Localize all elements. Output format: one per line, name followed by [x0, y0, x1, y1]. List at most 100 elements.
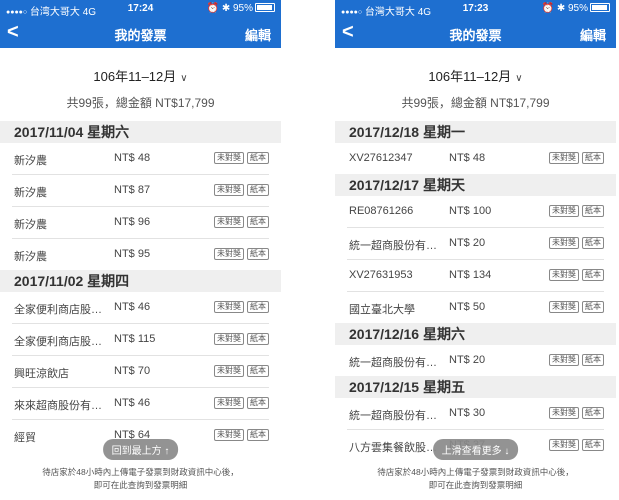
- invoice-amount: NT$ 48: [449, 152, 486, 164]
- invoice-amount: NT$ 115: [114, 333, 156, 345]
- paper-badge: 紙本: [247, 248, 269, 260]
- store-name: 新汐農: [14, 219, 47, 231]
- invoice-tags: 未對獎 紙本: [546, 268, 604, 281]
- invoice-amount: NT$ 95: [114, 248, 151, 260]
- invoice-tags: 未對獎 紙本: [546, 236, 604, 249]
- period-label: 106年11–12月: [428, 69, 512, 84]
- paper-badge: 紙本: [247, 365, 269, 377]
- unmatched-badge: 未對獎: [549, 152, 579, 164]
- invoice-row[interactable]: 統一超商股份有… NT$ 20 未對獎 紙本: [347, 228, 604, 260]
- store-name: 興旺涼飲店: [14, 368, 69, 380]
- paper-badge: 紙本: [582, 269, 604, 281]
- unmatched-badge: 未對獎: [549, 301, 579, 313]
- paper-badge: 紙本: [247, 216, 269, 228]
- date-header: 2017/12/16 星期六: [335, 323, 616, 345]
- page-title: 我的發票: [449, 28, 502, 43]
- edit-button[interactable]: 編輯: [245, 25, 271, 44]
- store-name: 統一超商股份有…: [349, 357, 437, 369]
- invoice-tags: 未對獎 紙本: [546, 300, 604, 313]
- store-name: 新汐農: [14, 187, 47, 199]
- invoice-tags: 未對獎 紙本: [211, 183, 269, 196]
- alarm-icon: ⏰: [541, 3, 555, 14]
- period-selector[interactable]: 106年11–12月 ∨: [0, 66, 281, 85]
- invoice-row[interactable]: XV27612347 NT$ 48 未對獎 紙本: [347, 143, 604, 174]
- invoice-amount: NT$ 20: [449, 354, 486, 366]
- invoice-row[interactable]: 統一超商股份有… NT$ 20 未對獎 紙本: [347, 345, 604, 376]
- paper-badge: 紙本: [582, 354, 604, 366]
- invoice-tags: 未對獎 紙本: [546, 406, 604, 419]
- invoice-row[interactable]: RE08761266 NT$ 100 未對獎 紙本: [347, 196, 604, 228]
- store-name: 統一超商股份有…: [349, 240, 437, 252]
- nav-bar: < 我的發票 編輯: [0, 18, 281, 48]
- unmatched-badge: 未對獎: [214, 152, 244, 164]
- invoice-tags: 未對獎 紙本: [211, 300, 269, 313]
- store-name: RE08761266: [349, 205, 414, 217]
- phone-screen-right: ●●●●○ 台灣大哥大 4G 17:23 ⏰ ✱ 95% < 我的發票 編輯 1…: [335, 0, 616, 500]
- phone-screen-left: ●●●●○ 台湾大哥大 4G 17:24 ⏰ ✱ 95% < 我的發票 編輯 1…: [0, 0, 281, 500]
- date-group-rows: 統一超商股份有… NT$ 20 未對獎 紙本: [335, 345, 616, 376]
- date-header: 2017/12/18 星期一: [335, 121, 616, 143]
- footer-note: 待店家於48小時內上傳電子發票到財政資訊中心後， 即可在此查詢到發票明細: [335, 462, 616, 492]
- footer-line-1: 待店家於48小時內上傳電子發票到財政資訊中心後，: [42, 467, 239, 477]
- invoice-tags: 未對獎 紙本: [211, 332, 269, 345]
- store-name: 新汐農: [14, 155, 47, 167]
- unmatched-badge: 未對獎: [214, 248, 244, 260]
- paper-badge: 紙本: [582, 152, 604, 164]
- invoice-amount: NT$ 20: [449, 237, 486, 249]
- footer-line-2: 即可在此查詢到發票明細: [428, 480, 523, 490]
- invoice-row[interactable]: 新汐農 NT$ 95 未對獎 紙本: [12, 239, 269, 270]
- bluetooth-icon: ✱: [556, 3, 566, 14]
- invoice-row[interactable]: 新汐農 NT$ 48 未對獎 紙本: [12, 143, 269, 175]
- invoice-row[interactable]: 全家便利商店股… NT$ 46 未對獎 紙本: [12, 292, 269, 324]
- store-name: 全家便利商店股…: [14, 336, 102, 348]
- invoice-row[interactable]: 統一超商股份有… NT$ 30 未對獎 紙本: [347, 398, 604, 430]
- invoice-amount: NT$ 50: [449, 301, 486, 313]
- invoice-row[interactable]: 國立臺北大學 NT$ 50 未對獎 紙本: [347, 292, 604, 323]
- invoice-row[interactable]: 新汐農 NT$ 96 未對獎 紙本: [12, 207, 269, 239]
- invoice-amount: NT$ 46: [114, 301, 151, 313]
- unmatched-badge: 未對獎: [214, 333, 244, 345]
- invoice-row[interactable]: 新汐農 NT$ 87 未對獎 紙本: [12, 175, 269, 207]
- invoice-row[interactable]: 來來超商股份有… NT$ 46 未對獎 紙本: [12, 388, 269, 420]
- invoice-amount: NT$ 70: [114, 365, 151, 377]
- unmatched-badge: 未對獎: [549, 269, 579, 281]
- unmatched-badge: 未對獎: [549, 439, 579, 451]
- store-name: XV27612347: [349, 152, 413, 164]
- invoice-tags: 未對獎 紙本: [211, 364, 269, 377]
- battery-percent: 95%: [232, 3, 253, 14]
- store-name: 八方雲集餐飲股…: [349, 442, 437, 454]
- bluetooth-icon: ✱: [221, 3, 231, 14]
- invoice-row[interactable]: XV27631953 NT$ 134 未對獎 紙本: [347, 260, 604, 292]
- invoice-summary: 共99張，總金額 NT$17,799: [401, 96, 550, 110]
- invoice-row[interactable]: 全家便利商店股… NT$ 115 未對獎 紙本: [12, 324, 269, 356]
- page-title: 我的發票: [114, 28, 167, 43]
- period-label: 106年11–12月: [93, 69, 177, 84]
- paper-badge: 紙本: [247, 333, 269, 345]
- status-bar: ●●●●○ 台湾大哥大 4G 17:24 ⏰ ✱ 95%: [0, 0, 281, 18]
- scroll-more-button[interactable]: 上滑查看更多 ↓: [432, 439, 519, 460]
- unmatched-badge: 未對獎: [214, 184, 244, 196]
- invoice-tags: 未對獎 紙本: [546, 438, 604, 451]
- invoice-row[interactable]: 興旺涼飲店 NT$ 70 未對獎 紙本: [12, 356, 269, 388]
- invoice-summary: 共99張，總金額 NT$17,799: [66, 96, 215, 110]
- invoice-tags: 未對獎 紙本: [211, 396, 269, 409]
- unmatched-badge: 未對獎: [214, 365, 244, 377]
- invoice-tags: 未對獎 紙本: [546, 204, 604, 217]
- unmatched-badge: 未對獎: [214, 397, 244, 409]
- status-bar: ●●●●○ 台灣大哥大 4G 17:23 ⏰ ✱ 95%: [335, 0, 616, 18]
- edit-button[interactable]: 編輯: [580, 25, 606, 44]
- period-selector[interactable]: 106年11–12月 ∨: [335, 66, 616, 85]
- unmatched-badge: 未對獎: [549, 354, 579, 366]
- invoice-amount: NT$ 87: [114, 184, 151, 196]
- unmatched-badge: 未對獎: [214, 216, 244, 228]
- nav-bar: < 我的發票 編輯: [335, 18, 616, 48]
- battery-icon: [255, 3, 275, 12]
- paper-badge: 紙本: [247, 301, 269, 313]
- invoice-tags: 未對獎 紙本: [211, 215, 269, 228]
- chevron-down-icon: ∨: [515, 73, 523, 84]
- unmatched-badge: 未對獎: [214, 301, 244, 313]
- back-to-top-button[interactable]: 回到最上方 ↑: [102, 439, 179, 460]
- invoice-tags: 未對獎 紙本: [211, 151, 269, 164]
- paper-badge: 紙本: [582, 407, 604, 419]
- unmatched-badge: 未對獎: [549, 407, 579, 419]
